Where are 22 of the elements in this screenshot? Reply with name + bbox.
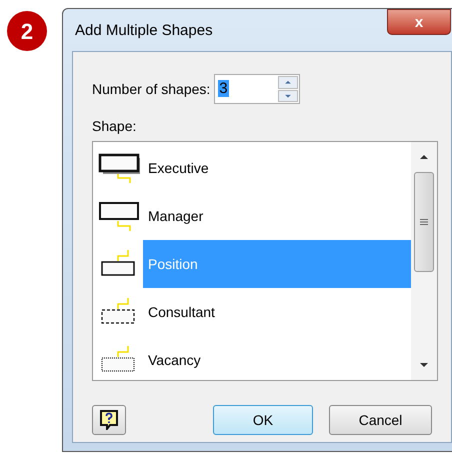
grip-icon: [420, 219, 428, 225]
help-button[interactable]: [92, 405, 126, 435]
help-icon: [100, 410, 118, 430]
shape-label: Shape:: [92, 117, 138, 136]
scroll-thumb[interactable]: [414, 172, 434, 272]
number-spinner[interactable]: 3: [214, 74, 300, 104]
cancel-button[interactable]: Cancel: [329, 405, 432, 435]
list-item[interactable]: Executive: [143, 144, 411, 192]
close-button[interactable]: x: [387, 9, 451, 35]
step-badge: 2: [7, 11, 47, 51]
number-label: Number of shapes:: [92, 80, 210, 99]
number-input[interactable]: 3: [218, 80, 229, 97]
org-shape-icon: [96, 199, 140, 233]
list-item[interactable]: Consultant: [143, 288, 411, 336]
ok-button[interactable]: OK: [213, 405, 313, 435]
list-item[interactable]: Vacancy: [143, 336, 411, 384]
scrollbar[interactable]: [411, 142, 437, 380]
org-shape-icon: [96, 151, 140, 185]
scroll-down-icon[interactable]: [419, 362, 429, 368]
list-item[interactable]: Manager: [143, 192, 411, 240]
window-title: Add Multiple Shapes: [75, 21, 213, 41]
scroll-up-icon[interactable]: [419, 154, 429, 160]
